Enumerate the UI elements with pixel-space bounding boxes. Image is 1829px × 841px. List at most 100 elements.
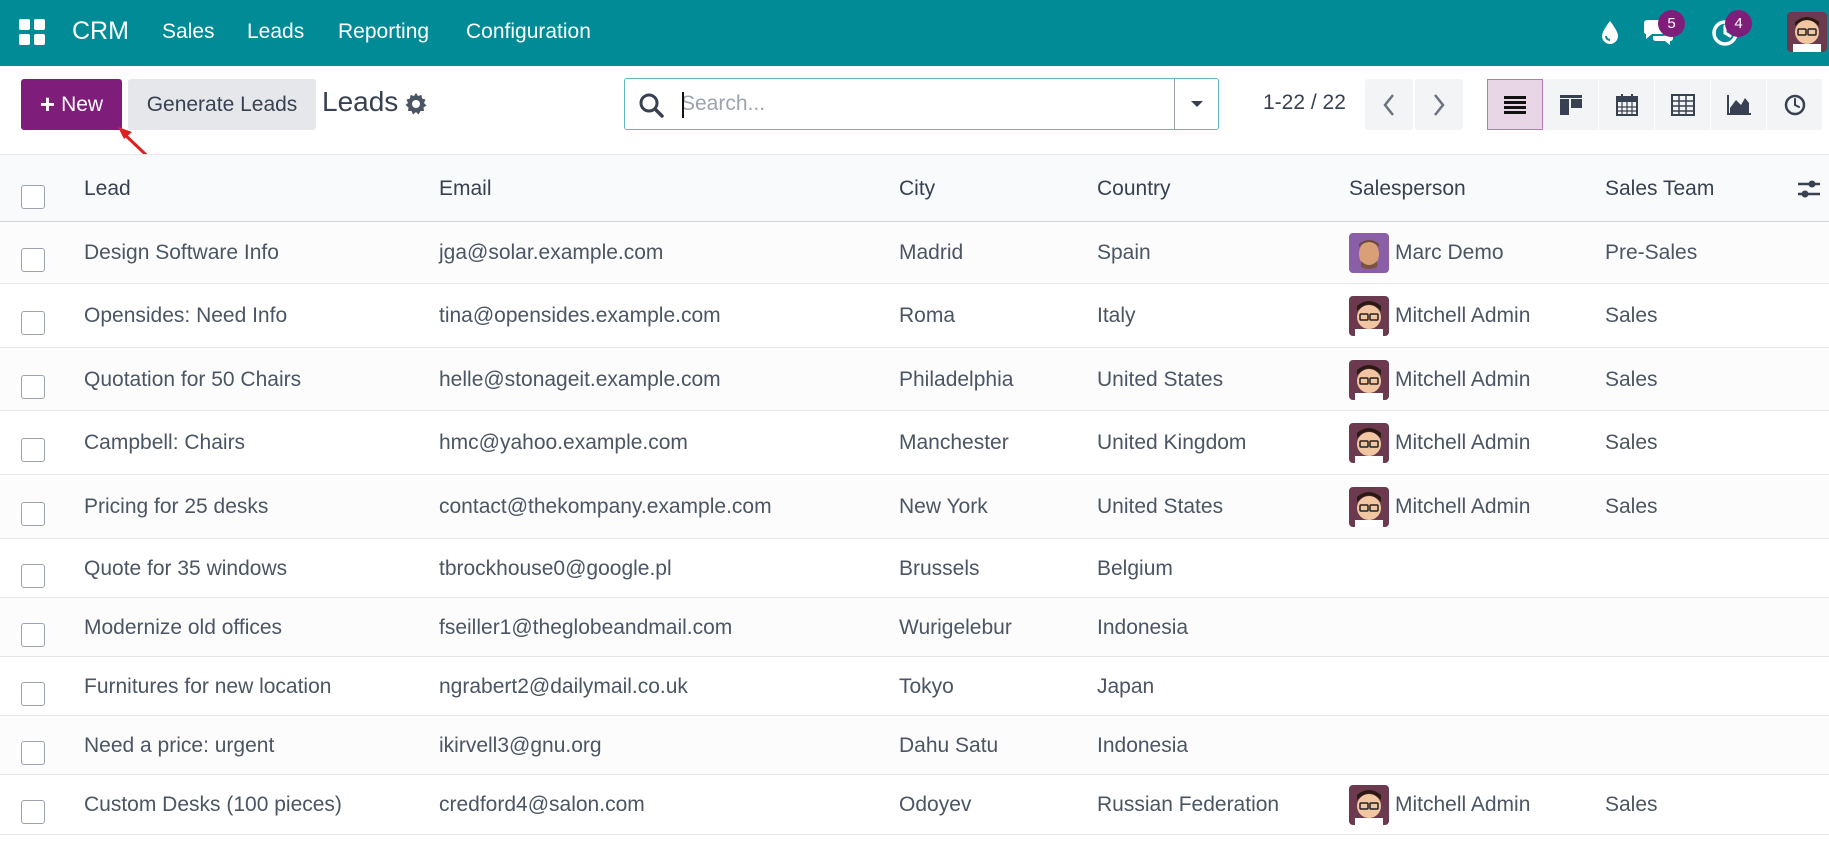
cell-city: Dahu Satu [899, 734, 999, 757]
top-navbar: CRM Sales Leads Reporting Configuration … [0, 0, 1829, 66]
menu-reporting[interactable]: Reporting [338, 20, 429, 44]
menu-configuration[interactable]: Configuration [466, 20, 591, 44]
row-checkbox[interactable] [21, 502, 45, 526]
cell-email: ikirvell3@gnu.org [439, 734, 602, 757]
column-country[interactable]: Country [1097, 177, 1171, 201]
salesperson-avatar [1349, 423, 1389, 463]
cell-sales-team: Sales [1605, 431, 1658, 454]
cell-city: Madrid [899, 241, 964, 264]
cell-country: Indonesia [1097, 734, 1189, 757]
menu-sales[interactable]: Sales [162, 20, 215, 44]
cell-lead: Quote for 35 windows [84, 557, 288, 580]
clock-icon[interactable]: 4 [1708, 10, 1752, 50]
salesperson-name: Mitchell Admin [1395, 793, 1531, 816]
table-row[interactable]: Custom Desks (100 pieces) credford4@salon… [0, 775, 1829, 835]
cell-email: jga@solar.example.com [439, 241, 664, 264]
table-row[interactable]: Need a price: urgent ikirvell3@gnu.org Dah… [0, 716, 1829, 775]
row-checkbox[interactable] [21, 375, 45, 399]
search-bar [624, 78, 1219, 130]
cell-country: Japan [1097, 675, 1155, 698]
cell-email: fseiller1@theglobeandmail.com [439, 616, 733, 639]
table-row[interactable]: Furnitures for new location ngrabert2@dai… [0, 657, 1829, 716]
salesperson-name: Marc Demo [1395, 241, 1504, 264]
calendar-view-icon[interactable] [1599, 79, 1655, 130]
apps-grid-icon[interactable] [19, 19, 45, 45]
pager-next-button[interactable] [1415, 79, 1463, 130]
search-options-toggle[interactable] [1174, 79, 1218, 129]
row-checkbox[interactable] [21, 311, 45, 335]
table-row[interactable]: Modernize old offices fseiller1@theglobea… [0, 598, 1829, 657]
activity-view-icon[interactable] [1767, 79, 1823, 130]
cell-lead: Quotation for 50 Chairs [84, 368, 302, 391]
cell-salesperson[interactable]: Mitchell Admin [1349, 785, 1530, 825]
graph-view-icon[interactable] [1711, 79, 1767, 130]
cell-email: helle@stonageit.example.com [439, 368, 721, 391]
text-cursor [682, 92, 684, 118]
gear-icon[interactable] [404, 92, 428, 116]
user-avatar[interactable] [1787, 12, 1827, 52]
select-all-checkbox[interactable] [21, 185, 45, 209]
table-row[interactable]: Quotation for 50 Chairs helle@stonageit.e… [0, 348, 1829, 411]
cell-sales-team: Sales [1605, 793, 1658, 816]
cell-salesperson[interactable]: Mitchell Admin [1349, 360, 1530, 400]
row-checkbox[interactable] [21, 564, 45, 588]
salesperson-name: Mitchell Admin [1395, 431, 1531, 454]
list-view-icon[interactable] [1487, 79, 1543, 130]
salesperson-name: Mitchell Admin [1395, 304, 1531, 327]
menu-leads[interactable]: Leads [247, 20, 304, 44]
table-row[interactable]: Opensides: Need Info tina@opensides.examp… [0, 284, 1829, 348]
table-row[interactable]: Quote for 35 windows tbrockhouse0@google.… [0, 539, 1829, 598]
column-city[interactable]: City [899, 177, 935, 201]
pager-previous-button[interactable] [1365, 79, 1413, 130]
column-lead[interactable]: Lead [84, 177, 131, 201]
cell-city: New York [899, 495, 988, 518]
pivot-view-icon[interactable] [1655, 79, 1711, 130]
pager-value[interactable]: 1-22 / 22 [1263, 91, 1346, 115]
activities-badge: 4 [1725, 10, 1752, 37]
droplet-icon[interactable] [1593, 16, 1627, 50]
salesperson-name: Mitchell Admin [1395, 495, 1531, 518]
cell-lead: Modernize old offices [84, 616, 283, 639]
new-button[interactable]: + New [21, 79, 122, 130]
row-checkbox[interactable] [21, 623, 45, 647]
table-row[interactable]: Pricing for 25 desks contact@thekompany.e… [0, 475, 1829, 539]
cell-email: hmc@yahoo.example.com [439, 431, 688, 454]
chat-icon[interactable]: 5 [1641, 10, 1685, 50]
table-body: Design Software Info jga@solar.example.co… [0, 222, 1829, 835]
row-checkbox[interactable] [21, 741, 45, 765]
cell-sales-team: Sales [1605, 495, 1658, 518]
kanban-view-icon[interactable] [1543, 79, 1599, 130]
view-switcher [1487, 79, 1823, 130]
cell-salesperson[interactable]: Mitchell Admin [1349, 296, 1530, 336]
cell-salesperson[interactable]: Mitchell Admin [1349, 423, 1530, 463]
cell-country: Belgium [1097, 557, 1173, 580]
cell-country: Indonesia [1097, 616, 1189, 639]
cell-email: contact@thekompany.example.com [439, 495, 772, 518]
cell-salesperson[interactable]: Marc Demo [1349, 233, 1504, 273]
cell-email: tina@opensides.example.com [439, 304, 721, 327]
cell-city: Philadelphia [899, 368, 1014, 391]
cell-city: Brussels [899, 557, 980, 580]
row-checkbox[interactable] [21, 682, 45, 706]
column-sales-team[interactable]: Sales Team [1605, 177, 1714, 201]
chevron-left-icon [1383, 93, 1394, 116]
search-input[interactable] [681, 87, 1181, 121]
cell-country: Spain [1097, 241, 1151, 264]
column-email[interactable]: Email [439, 177, 492, 201]
app-name[interactable]: CRM [72, 17, 129, 46]
cell-email: tbrockhouse0@google.pl [439, 557, 672, 580]
table-row[interactable]: Campbell: Chairs hmc@yahoo.example.com Man… [0, 411, 1829, 475]
messages-badge: 5 [1658, 10, 1685, 37]
salesperson-avatar [1349, 296, 1389, 336]
table-row[interactable]: Design Software Info jga@solar.example.co… [0, 222, 1829, 284]
cell-salesperson[interactable]: Mitchell Admin [1349, 487, 1530, 527]
column-settings-icon[interactable] [1795, 175, 1823, 203]
cell-lead: Custom Desks (100 pieces) [84, 793, 342, 816]
generate-leads-button[interactable]: Generate Leads [128, 79, 316, 130]
column-salesperson[interactable]: Salesperson [1349, 177, 1466, 201]
row-checkbox[interactable] [21, 800, 45, 824]
cell-city: Tokyo [899, 675, 954, 698]
cell-sales-team: Sales [1605, 304, 1658, 327]
row-checkbox[interactable] [21, 248, 45, 272]
row-checkbox[interactable] [21, 438, 45, 462]
